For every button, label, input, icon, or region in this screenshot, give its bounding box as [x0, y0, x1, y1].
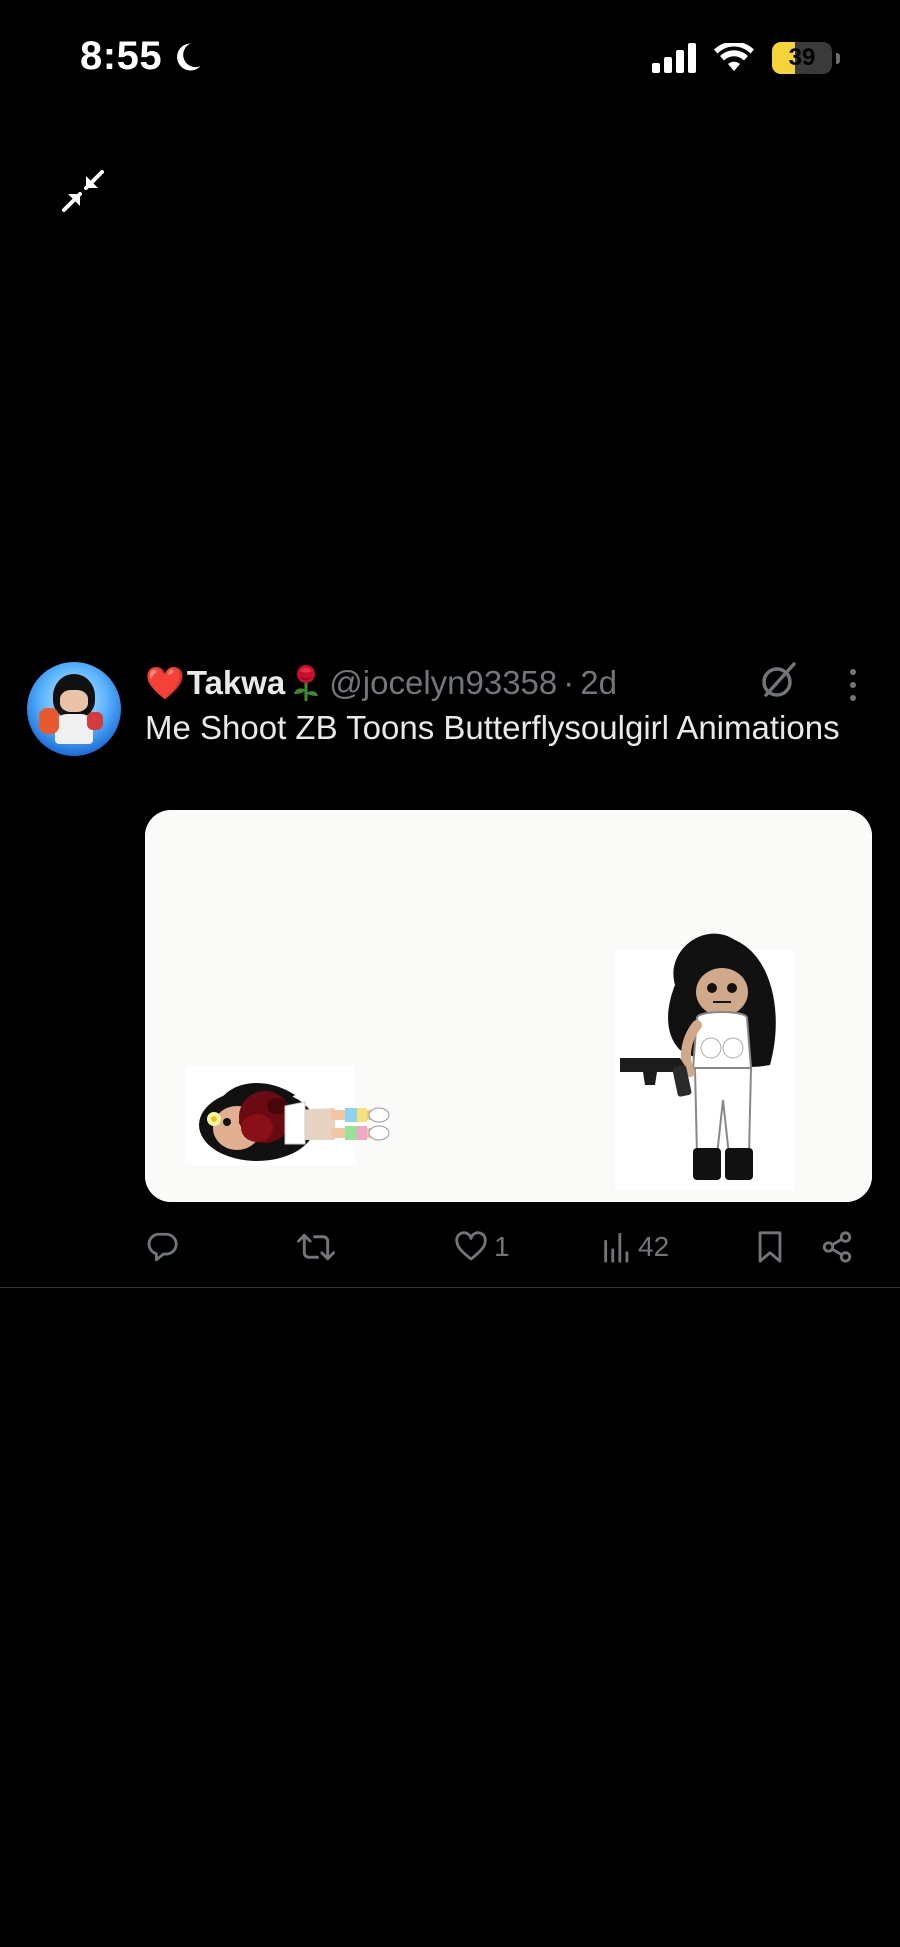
tweet-text: Me Shoot ZB Toons Butterflysoulgirl Anim… [145, 709, 840, 746]
minimize-button[interactable] [58, 166, 108, 216]
tweet[interactable]: ❤️ Takwa @jocelyn93358 · 2d Me Shoot ZB … [0, 655, 900, 1288]
more-icon[interactable] [838, 665, 868, 705]
like-button[interactable]: 1 [454, 1223, 510, 1271]
bookmark-button[interactable] [755, 1223, 785, 1271]
display-name[interactable]: Takwa [187, 661, 285, 705]
avatar[interactable] [27, 662, 121, 756]
share-icon [822, 1231, 852, 1263]
tweet-header: ❤️ Takwa @jocelyn93358 · 2d [145, 661, 617, 705]
bookmark-icon [758, 1231, 782, 1263]
screen: 8:55 39 ❤️ Takwa @jocelyn93358 · 2d Me S… [0, 0, 900, 1947]
separator: · [563, 664, 575, 701]
reply-icon [147, 1232, 178, 1262]
avatar-accent [39, 708, 59, 734]
more-dot [850, 669, 856, 675]
views-button[interactable]: 42 [602, 1223, 669, 1271]
reply-button[interactable] [145, 1223, 185, 1271]
standing-figure [615, 933, 795, 1190]
minimize-icon [62, 170, 104, 212]
grok-icon[interactable] [758, 658, 798, 702]
rose-icon [294, 665, 319, 701]
battery-nub [836, 52, 840, 64]
tweet-media[interactable] [145, 810, 872, 1202]
tweet-actions: 1 42 [145, 1223, 885, 1271]
signal-icon [652, 43, 696, 73]
avatar-figure-face [60, 690, 88, 712]
battery-indicator: 39 [772, 42, 832, 74]
more-dot [850, 695, 856, 701]
battery-percentage: 39 [788, 44, 816, 71]
timestamp[interactable]: 2d [580, 661, 617, 705]
share-button[interactable] [820, 1223, 854, 1271]
media-illustration [145, 810, 872, 1202]
status-time-group: 8:55 [80, 34, 204, 79]
heart-icon [455, 1231, 487, 1261]
status-icons: 39 [652, 42, 840, 74]
avatar-accent-secondary [87, 712, 103, 730]
heart-emoji: ❤️ [145, 665, 185, 701]
retweet-button[interactable] [297, 1223, 341, 1271]
like-count: 1 [494, 1231, 510, 1262]
retweet-icon [297, 1233, 335, 1261]
moon-icon [177, 43, 201, 70]
views-count: 42 [638, 1231, 670, 1262]
views-icon [604, 1232, 629, 1263]
more-dot [850, 682, 856, 688]
wifi-icon [714, 43, 754, 71]
status-bar: 8:55 39 [0, 0, 900, 120]
handle[interactable]: @jocelyn93358 [329, 661, 557, 705]
status-time: 8:55 [80, 34, 163, 78]
